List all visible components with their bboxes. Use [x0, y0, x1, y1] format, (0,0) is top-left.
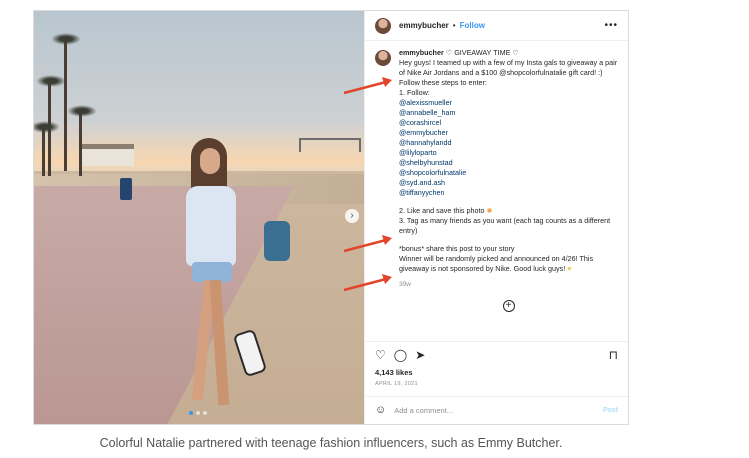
pavilion — [79, 144, 134, 166]
bonus-text: *bonus* share this post to your story — [399, 244, 515, 253]
face — [200, 148, 220, 174]
caption-username[interactable]: emmybucher — [399, 48, 444, 57]
trash-can — [120, 178, 132, 200]
next-photo-button[interactable]: › — [345, 209, 359, 223]
username[interactable]: emmybucher — [399, 21, 449, 30]
mention-link[interactable]: @tiffanyychen — [399, 188, 618, 198]
share-icon[interactable]: ➤ — [415, 348, 425, 362]
carousel-dot — [203, 411, 207, 415]
post-side-panel: emmybucher • Follow ••• emmybucher ♡ GIV… — [364, 11, 628, 424]
instagram-post-embed: › emmybucher • Follow ••• emmybucher ♡ G… — [33, 10, 629, 425]
arrow-head — [382, 235, 392, 245]
avatar[interactable] — [375, 50, 391, 66]
carousel-dot-active — [189, 411, 193, 415]
emoji-icon[interactable]: ☺ — [375, 404, 386, 416]
sparkle-icon: ✺ — [486, 206, 493, 215]
shirt — [186, 186, 236, 266]
step-three: 3. Tag as many friends as you want (each… — [399, 216, 611, 235]
caption-line: Follow these steps to enter: — [399, 78, 487, 87]
follow-button[interactable]: Follow — [460, 21, 485, 30]
caption-area: emmybucher ♡ GIVEAWAY TIME ♡ Hey guys! I… — [365, 41, 628, 331]
woman-figure — [186, 138, 246, 418]
palm-fronds — [36, 75, 66, 87]
carousel-dot — [196, 411, 200, 415]
avatar[interactable] — [375, 17, 391, 34]
mention-link[interactable]: @corashircel — [399, 118, 618, 128]
comment-bar: ☺ Add a comment... Post — [365, 396, 628, 423]
post-header: emmybucher • Follow ••• — [365, 11, 628, 41]
heart-icon: ♡ — [445, 48, 453, 57]
arrow-shaft — [343, 80, 387, 95]
mention-link[interactable]: @hannahylandd — [399, 138, 618, 148]
carousel-dots — [189, 411, 207, 415]
palm-tree — [42, 126, 45, 176]
arrow-head — [382, 77, 392, 87]
backpack — [264, 221, 290, 261]
time-ago[interactable]: 39w — [399, 280, 618, 290]
comment-input[interactable]: Add a comment... — [394, 406, 453, 415]
action-icons: ♡ ◯ ➤ ⊓ — [375, 348, 618, 362]
post-date: APRIL 19, 2021 — [375, 381, 418, 387]
caption-line: 1. Follow: — [399, 88, 430, 97]
heart-icon: ♡ — [512, 48, 519, 57]
annotation-arrow — [343, 77, 392, 95]
annotation-arrow — [343, 274, 392, 292]
mention-link[interactable]: @shelbyhunstad — [399, 158, 618, 168]
step-two: 2. Like and save this photo — [399, 206, 485, 215]
more-options-icon[interactable]: ••• — [604, 20, 618, 31]
load-more: + — [399, 300, 618, 312]
mention-link[interactable]: @emmybucher — [399, 128, 618, 138]
arrow-head — [382, 274, 392, 284]
palm-fronds — [67, 105, 97, 117]
post-photo: › — [34, 11, 364, 424]
separator-dot: • — [452, 21, 456, 30]
caption-line: Hey guys! I teamed up with a few of my I… — [399, 58, 618, 77]
palm-fronds — [34, 121, 60, 133]
mention-link[interactable]: @annabelle_ham — [399, 108, 618, 118]
image-caption: Colorful Natalie partnered with teenage … — [99, 436, 563, 450]
mention-link[interactable]: @syd.and.ash — [399, 178, 618, 188]
arrow-shaft — [343, 238, 387, 253]
winner-text: Winner will be randomly picked and annou… — [399, 254, 594, 273]
annotation-arrow — [343, 235, 392, 253]
caption-text: emmybucher ♡ GIVEAWAY TIME ♡ Hey guys! I… — [399, 48, 618, 331]
comment-icon[interactable]: ◯ — [394, 348, 407, 362]
like-heart-icon[interactable]: ♡ — [375, 348, 386, 362]
like-count[interactable]: 4,143 likes — [375, 368, 618, 377]
palm-tree — [79, 111, 82, 176]
save-bookmark-icon[interactable]: ⊓ — [609, 348, 618, 362]
post-comment-button[interactable]: Post — [603, 407, 618, 414]
palm-fronds — [51, 33, 81, 45]
arrow-shaft — [343, 277, 387, 292]
post-actions: ♡ ◯ ➤ ⊓ 4,143 likes APRIL 19, 2021 — [365, 341, 628, 389]
shorts — [192, 262, 232, 282]
leg — [209, 279, 230, 406]
giveaway-title: GIVEAWAY TIME — [454, 48, 511, 57]
volleyball-net — [299, 138, 361, 152]
yellow-heart-icon: ♥ — [567, 264, 572, 273]
mention-link[interactable]: @lilyloparto — [399, 148, 618, 158]
mention-link[interactable]: @shopcolorfulnatalie — [399, 168, 618, 178]
load-more-comments-icon[interactable]: + — [502, 300, 515, 312]
mention-link[interactable]: @alexissmueller — [399, 98, 618, 108]
